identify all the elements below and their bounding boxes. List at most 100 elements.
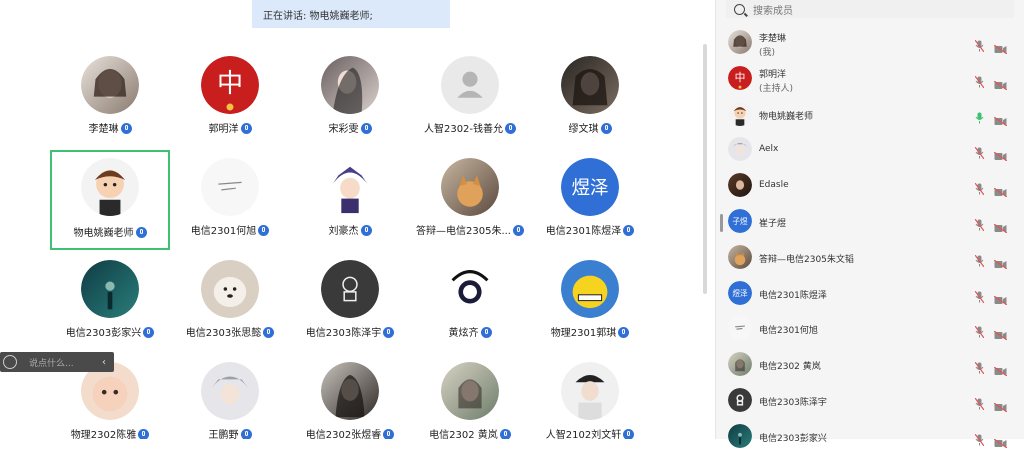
mic-muted-icon[interactable] [974,288,985,303]
participant-tile[interactable]: 黄炫齐 [410,252,530,352]
participant-tile[interactable]: 人智2302-钱善允 [410,48,530,148]
participant-name: 郭明洋 [170,120,290,135]
participant-tile[interactable]: 中郭明洋 [170,48,290,148]
camera-off-icon[interactable] [993,111,1008,127]
participant-name-text: 缪文琪 [568,124,599,135]
camera-off-icon[interactable] [993,75,1008,91]
camera-off-icon[interactable] [993,361,1008,377]
participant-name: 缪文琪 [530,120,650,135]
participant-name-text: 电信2303彭家兴 [65,328,142,339]
avatar: 煜泽 [728,280,752,305]
participant-tile[interactable]: 缪文琪 [530,48,650,148]
participant-name-text: 物电姚巍老师 [73,228,134,239]
avatar [728,30,752,54]
svg-text:中: 中 [217,69,243,99]
member-name: 电信2303彭家兴 [759,433,827,444]
mic-icon [480,327,492,338]
camera-off-icon[interactable] [993,433,1008,449]
mic-icon [623,429,635,439]
participant-name-text: 电信2303张思懿 [185,328,262,339]
mic-muted-icon[interactable] [974,323,985,339]
member-search[interactable]: 搜索成员 [726,0,1014,18]
mic-muted-icon[interactable] [974,37,985,53]
camera-off-icon[interactable] [993,325,1008,341]
camera-off-icon[interactable] [993,182,1008,198]
camera-off-icon[interactable] [993,254,1008,270]
avatar [201,362,259,420]
participant-tile[interactable]: 李楚琳 [50,48,170,148]
member-row[interactable]: 物电姚巍老师 [716,98,1024,132]
member-row[interactable]: 电信2302 黄岚 [716,348,1024,382]
mic-muted-icon[interactable] [974,359,985,375]
camera-off-icon[interactable] [993,39,1008,55]
mic-icon [263,327,275,338]
member-name: 答辩—电信2305朱文韬 [759,254,854,265]
camera-off-icon[interactable] [993,397,1008,413]
member-row[interactable]: 子煜 崔子煜 [716,205,1024,239]
mic-muted-icon[interactable] [974,180,985,196]
avatar [728,316,752,341]
participant-name: 电信2301陈煜泽 [530,222,650,237]
camera-off-icon[interactable] [993,290,1008,306]
member-row[interactable]: 李楚琳 (我) [716,26,1024,60]
participant-tile[interactable]: 电信2303彭家兴 [50,252,170,352]
participant-tile[interactable]: 刘豪杰 [290,150,410,250]
mic-icon [138,429,150,439]
participant-tile[interactable]: 人智2102刘文轩 [530,354,650,439]
participant-name-text: 郭明洋 [208,124,239,135]
participant-tile[interactable]: 物电姚巍老师 [50,150,170,250]
member-row[interactable]: 中 郭明洋 (主持人) [716,62,1024,96]
chevron-left-icon[interactable]: ‹ [102,357,106,368]
participant-name: 李楚琳 [50,120,170,135]
mic-muted-icon[interactable] [974,431,985,447]
participant-tile[interactable]: 电信2302张煜睿 [290,354,410,439]
chat-placeholder[interactable]: 说点什么... [29,356,102,369]
video-grid-area: 正在讲话: 物电姚巍老师; 李楚琳中郭明洋 宋彩雯 人智2302-钱善允 缪文琪 物电姚… [0,0,715,439]
avatar [321,158,379,216]
mic-icon[interactable] [975,109,984,124]
participant-name-text: 电信2301何旭 [190,226,257,237]
avatar [728,101,752,126]
camera-off-icon[interactable] [993,218,1008,234]
mic-muted-icon[interactable] [974,144,985,160]
participant-name-text: 电信2302张煜睿 [305,430,382,439]
participant-name: 电信2302张煜睿 [290,426,410,439]
mic-icon [383,429,395,439]
mic-muted-icon[interactable] [974,216,985,232]
avatar [728,137,752,162]
participant-tile[interactable]: 宋彩雯 [290,48,410,148]
chat-input-bar[interactable]: 说点什么... ‹ [0,352,114,372]
participant-tile[interactable]: 电信2302 黄岚 [410,354,530,439]
participant-tile[interactable]: 电信2303张思懿 [170,252,290,352]
participant-tile[interactable]: 煜泽 电信2301陈煜泽 [530,150,650,250]
participant-name-text: 刘豪杰 [328,226,359,237]
participant-name-text: 物理2302陈雅 [70,430,137,439]
member-row[interactable]: 电信2303陈泽宇 [716,384,1024,418]
participant-tile[interactable]: 物理2301郭琪 [530,252,650,352]
member-row[interactable]: Edasle [716,169,1024,203]
mic-muted-icon[interactable] [974,395,985,411]
member-row[interactable]: 电信2301何旭 [716,312,1024,346]
mic-icon [120,123,132,134]
participant-tile[interactable]: 王鹏野 [170,354,290,439]
camera-off-icon[interactable] [993,146,1008,162]
avatar [201,158,259,216]
member-row[interactable]: 煜泽 电信2301陈煜泽 [716,277,1024,311]
search-placeholder[interactable]: 搜索成员 [753,2,793,17]
avatar [441,158,499,216]
emoji-icon[interactable] [3,355,17,369]
mic-icon [623,225,635,236]
member-name: 郭明洋 [759,69,787,80]
search-icon [734,3,745,15]
member-row[interactable]: 答辩—电信2305朱文韬 [716,241,1024,275]
participant-name: 电信2303张思懿 [170,324,290,339]
mic-muted-icon[interactable] [974,73,985,89]
member-row[interactable]: Aelx [716,133,1024,167]
grid-scrollbar[interactable] [703,44,707,294]
participant-tile[interactable]: 答辩—电信2305朱... [410,150,530,250]
mic-muted-icon[interactable] [974,252,985,268]
participant-tile[interactable]: 电信2301何旭 [170,150,290,250]
mic-icon [383,327,395,338]
member-row[interactable]: 电信2303彭家兴 [716,420,1024,454]
participant-tile[interactable]: 电信2303陈泽宇 [290,252,410,352]
